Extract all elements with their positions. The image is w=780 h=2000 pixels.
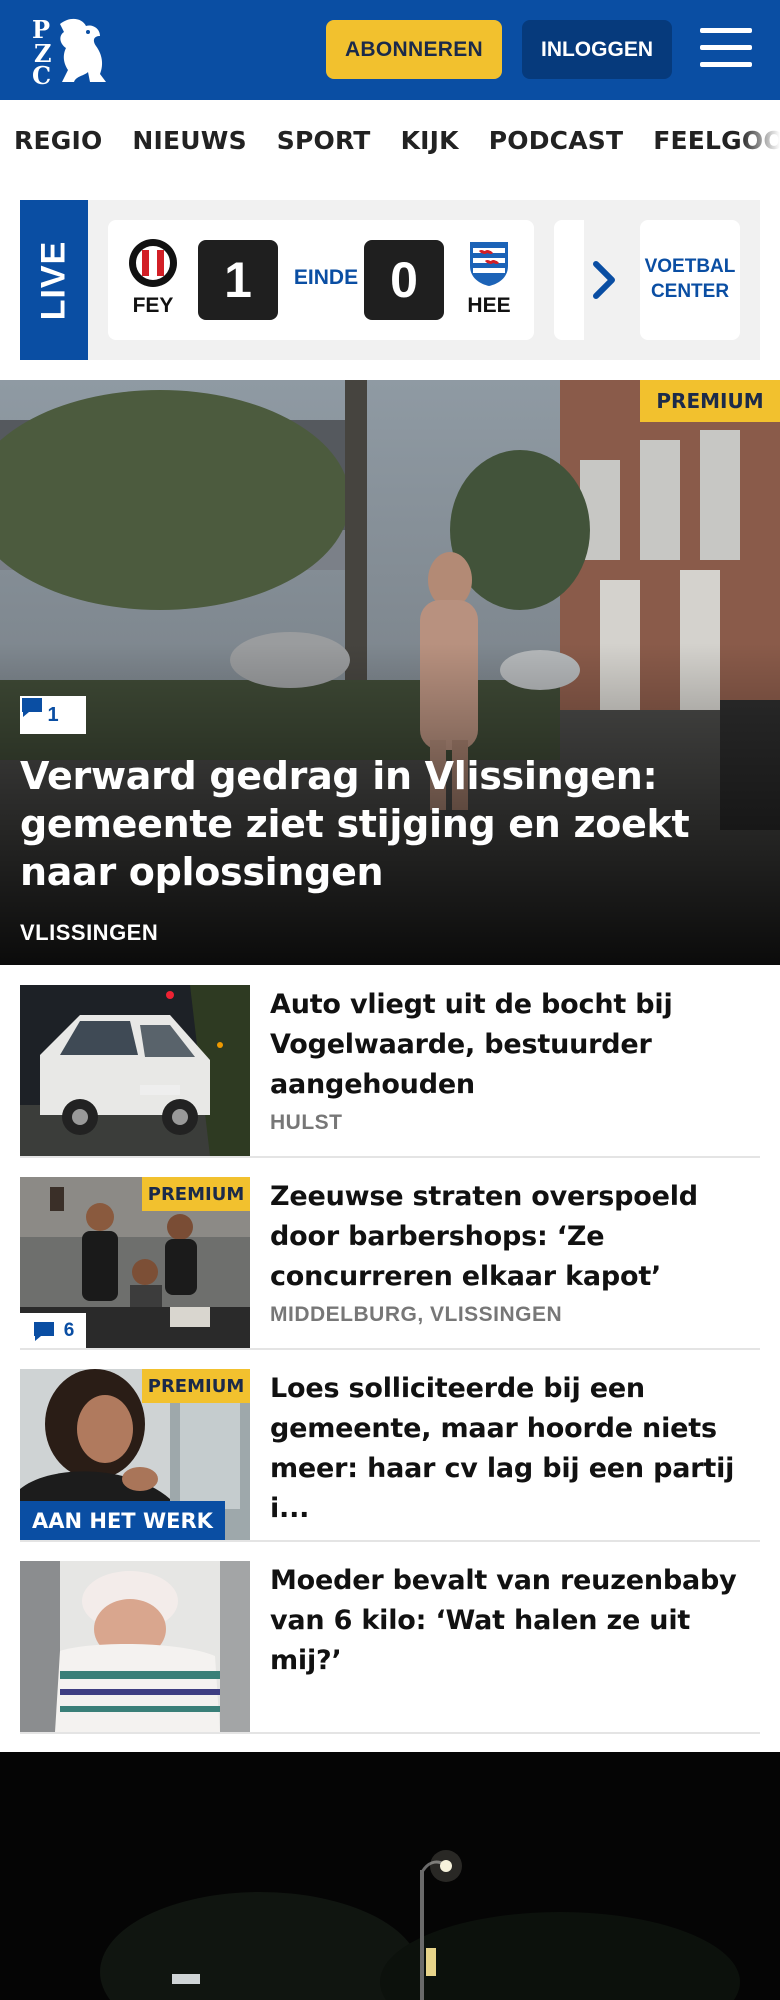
article-thumbnail: PREMIUM AAN HET WERK — [20, 1369, 250, 1540]
article-headline[interactable]: Zeeuwse straten overspoeld door barbersh… — [270, 1177, 760, 1297]
comment-count-badge[interactable]: 6 — [20, 1313, 86, 1348]
login-button[interactable]: INLOGGEN — [522, 20, 672, 79]
article-headline[interactable]: Moeder bevalt van reuzenbaby van 6 kilo:… — [270, 1561, 760, 1681]
match-status: EINDE — [293, 266, 359, 289]
nav-item-nieuws[interactable]: NIEUWS — [132, 126, 246, 155]
next-match-card[interactable] — [554, 220, 584, 340]
feyenoord-crest-icon — [128, 238, 178, 288]
home-score: 1 — [198, 240, 278, 320]
away-score: 0 — [364, 240, 444, 320]
subscribe-button[interactable]: ABONNEREN — [326, 20, 502, 79]
comment-icon — [22, 698, 42, 717]
article-headline[interactable]: Auto vliegt uit de bocht bij Vogelwaarde… — [270, 985, 760, 1105]
hero-article[interactable]: PREMIUM 1 Verward gedrag in Vlissingen: … — [0, 380, 780, 965]
article-location: HULST — [270, 1111, 343, 1134]
nav-item-regio[interactable]: REGIO — [14, 126, 102, 155]
home-team-abbr: FEY — [132, 294, 174, 317]
premium-badge: PREMIUM — [640, 380, 780, 422]
premium-badge: PREMIUM — [142, 1369, 250, 1403]
nav-item-podcast[interactable]: PODCAST — [489, 126, 623, 155]
match-card[interactable]: FEY 1 EINDE 0 HEE — [108, 220, 534, 340]
hero-location: VLISSINGEN — [20, 920, 159, 945]
article-thumbnail: PREMIUM 6 — [20, 1177, 250, 1348]
article-item[interactable]: Moeder bevalt van reuzenbaby van 6 kilo:… — [20, 1561, 760, 1734]
section-nav: REGIO NIEUWS SPORT KIJK PODCAST FEELGOOD — [0, 100, 780, 180]
article-item[interactable]: PREMIUM 6 Zeeuwse straten overspoeld doo… — [20, 1177, 760, 1350]
premium-badge: PREMIUM — [142, 1177, 250, 1211]
hamburger-menu-icon[interactable] — [700, 28, 752, 72]
away-team-abbr: HEE — [467, 294, 511, 317]
comment-icon — [33, 1322, 54, 1341]
comment-count-badge[interactable]: 1 — [20, 696, 86, 734]
video-player[interactable] — [0, 1752, 780, 2000]
nav-item-sport[interactable]: SPORT — [277, 126, 371, 155]
comment-count: 6 — [63, 1320, 75, 1341]
video-thumbnail — [0, 1752, 780, 2000]
article-thumbnail — [20, 985, 250, 1156]
heerenveen-crest-icon — [464, 238, 514, 288]
article-thumbnail — [20, 1561, 250, 1732]
away-team: HEE — [454, 238, 524, 318]
series-label[interactable]: AAN HET WERK — [20, 1501, 225, 1540]
article-item[interactable]: PREMIUM AAN HET WERK Loes solliciteerde … — [20, 1369, 760, 1542]
nav-scroll-fade — [740, 100, 780, 180]
hero-headline[interactable]: Verward gedrag in Vlissingen: gemeente z… — [20, 752, 760, 896]
svg-text:C: C — [32, 61, 51, 86]
voetbal-center-link[interactable]: VOETBAL CENTER — [640, 220, 740, 340]
article-location: MIDDELBURG, VLISSINGEN — [270, 1303, 563, 1326]
site-header: P Z C ABONNEREN INLOGGEN — [0, 0, 780, 100]
nav-item-kijk[interactable]: KIJK — [401, 126, 459, 155]
live-score-ticker: LIVE FEY 1 EINDE 0 HEE VOETBAL CENTER — [20, 200, 760, 360]
chevron-right-icon[interactable] — [590, 258, 620, 302]
article-headline[interactable]: Loes solliciteerde bij een gemeente, maa… — [270, 1369, 760, 1529]
article-item[interactable]: Auto vliegt uit de bocht bij Vogelwaarde… — [20, 985, 760, 1158]
comment-count: 1 — [47, 703, 59, 726]
home-team: FEY — [118, 238, 188, 318]
live-label: LIVE — [20, 200, 88, 360]
pzc-logo[interactable]: P Z C — [30, 14, 110, 90]
